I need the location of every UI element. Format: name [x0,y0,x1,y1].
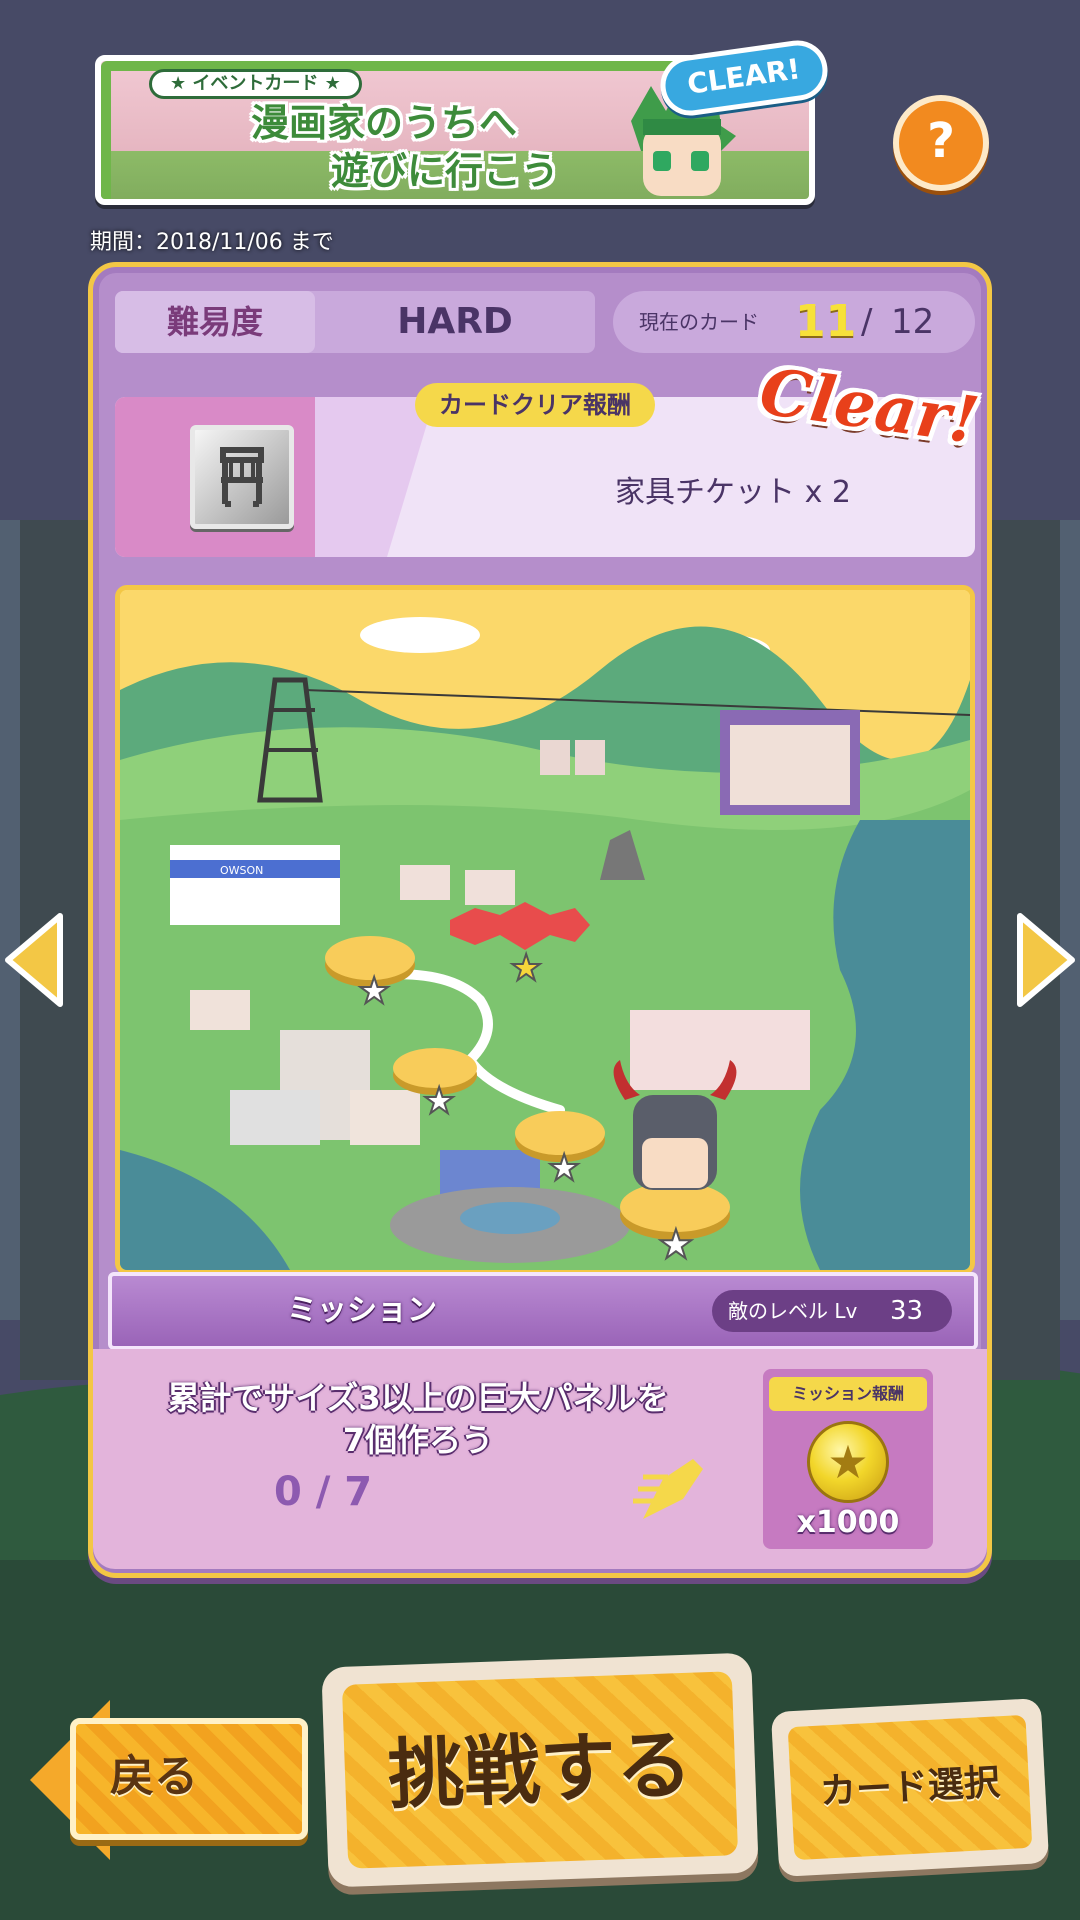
coin-icon: ★ [807,1421,889,1503]
challenge-button[interactable]: 挑戦する [321,1652,759,1888]
svg-text:★: ★ [510,948,542,989]
svg-text:★: ★ [548,1148,580,1189]
event-card-tag: ★ イベントカード ★ [149,69,362,99]
map-illustration: OWSON ★ ★ ★ ★ ★ [120,590,970,1270]
current-card-number: 11 [795,296,857,347]
left-arrow-icon[interactable] [2,910,64,1010]
svg-text:★: ★ [658,1222,694,1268]
event-title-line2: 遊びに行こう [331,149,560,193]
card-counter: 現在のカード 11 / 12 [613,291,975,353]
mission-text-line1: 累計でサイズ3以上の巨大パネルを [167,1379,669,1417]
mission-bar: ミッション 敵のレベル Lv 33 [108,1272,978,1350]
store-sign-text: OWSON [220,864,263,877]
help-icon: ? [927,113,955,169]
mission-progress: 0 / 7 [273,1469,373,1515]
card-panel: 難易度 HARD 現在のカード 11 / 12 カードクリア報酬 家具チケット … [88,262,992,1578]
right-arrow-icon[interactable] [1016,910,1078,1010]
challenge-button-body: 挑戦する [341,1671,739,1869]
enemy-level-value: 33 [890,1296,924,1326]
total-card-number: 12 [891,302,935,342]
card-select-button[interactable]: カード選択 [770,1698,1050,1877]
mission-box: 累計でサイズ3以上の巨大パネルを 7個作ろう 0 / 7 ミッション報酬 ★ x… [93,1349,987,1569]
difficulty-row: 難易度 HARD [115,291,595,353]
enemy-level-badge: 敵のレベル Lv 33 [712,1290,952,1332]
card-select-button-body: カード選択 [787,1714,1033,1861]
mission-title: ミッション [287,1293,437,1328]
mission-ribbon: ミッション 敵のレベル Lv 33 [68,1272,1013,1350]
mission-reward: ミッション報酬 ★ x1000 [763,1369,933,1549]
coin-star: ★ [827,1435,869,1489]
svg-text:★: ★ [423,1081,455,1122]
card-reward-tag: カードクリア報酬 [415,383,655,427]
card-counter-separator: / [861,302,873,342]
chair-glyph [220,447,264,507]
event-title-line1: 漫画家のうちへ [251,101,518,145]
enemy-level-label: 敵のレベル Lv [728,1299,858,1323]
back-button[interactable]: 戻る [30,1700,310,1860]
pen-icon [633,1459,703,1519]
mission-reward-tag: ミッション報酬 [769,1377,927,1411]
card-select-label: カード選択 [819,1762,1001,1813]
svg-text:★: ★ [358,971,390,1012]
challenge-label: 挑戦する [386,1719,694,1820]
back-label: 戻る [110,1751,198,1802]
chair-ticket-icon [190,425,294,529]
event-period: 期間：2018/11/06 まで [90,230,334,255]
current-card-label: 現在のカード [639,310,759,334]
difficulty-label: 難易度 [166,303,263,341]
difficulty-value: HARD [397,301,513,342]
event-title: 漫画家のうちへ 遊びに行こう [251,99,611,195]
reward-divider [315,397,435,557]
help-button[interactable]: ? [893,95,989,191]
stage-map: OWSON ★ ★ ★ ★ ★ [115,585,975,1275]
mission-reward-count: x1000 [796,1505,900,1540]
